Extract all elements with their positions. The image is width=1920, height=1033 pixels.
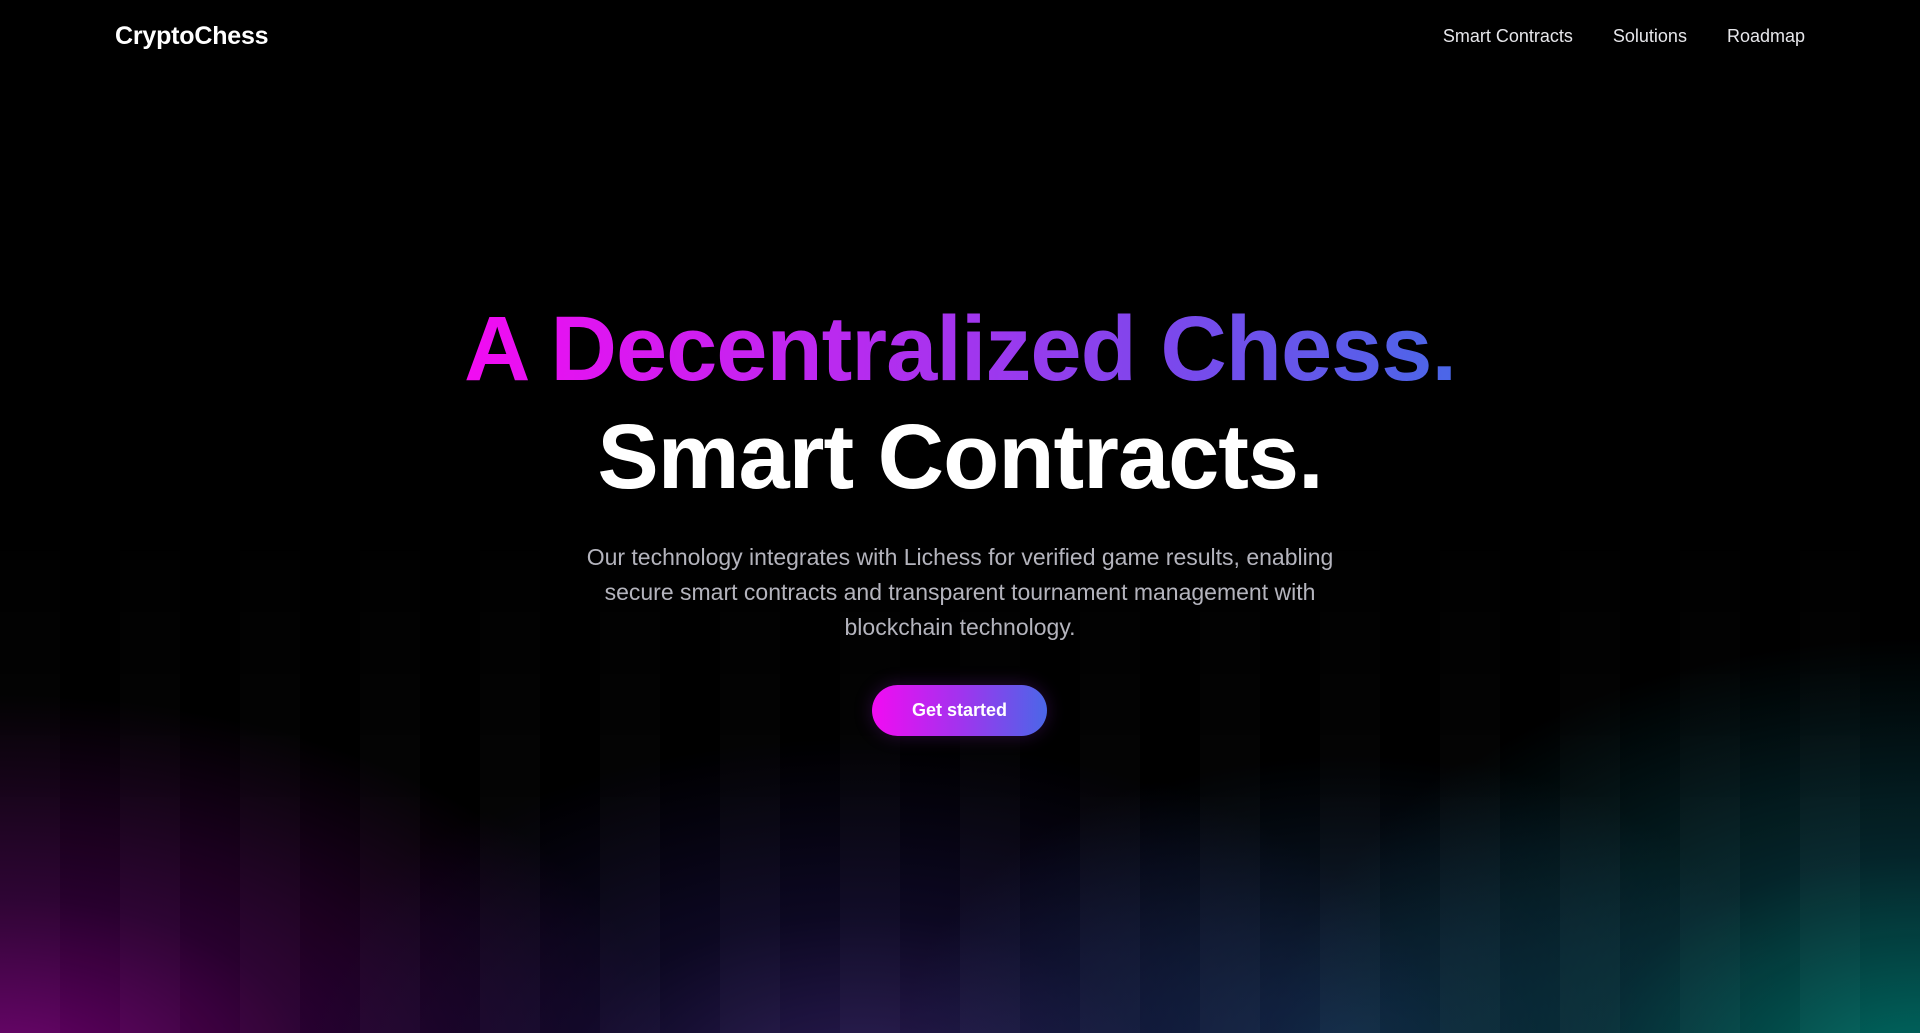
hero-headline-gradient: A Decentralized Chess. [0,294,1920,404]
nav-links: Smart Contracts Solutions Roadmap [1443,26,1805,47]
brand-logo[interactable]: CryptoChess [115,22,269,51]
background-glow-center [0,0,1920,1033]
hero-headline-gradient-text: A Decentralized Chess. [463,298,1457,400]
top-navbar: CryptoChess Smart Contracts Solutions Ro… [0,0,1920,76]
background-glow-right [0,0,1920,1033]
page: CryptoChess Smart Contracts Solutions Ro… [0,0,1920,1033]
hero-headline-white: Smart Contracts. [597,406,1323,508]
nav-link-roadmap[interactable]: Roadmap [1727,26,1805,47]
get-started-button[interactable]: Get started [872,685,1047,736]
nav-link-smart-contracts[interactable]: Smart Contracts [1443,26,1573,47]
background-glow-left [0,0,1920,1033]
background-glow-mid-right [0,0,1920,1033]
hero-subtitle: Our technology integrates with Lichess f… [586,544,1334,640]
nav-link-solutions[interactable]: Solutions [1613,26,1687,47]
